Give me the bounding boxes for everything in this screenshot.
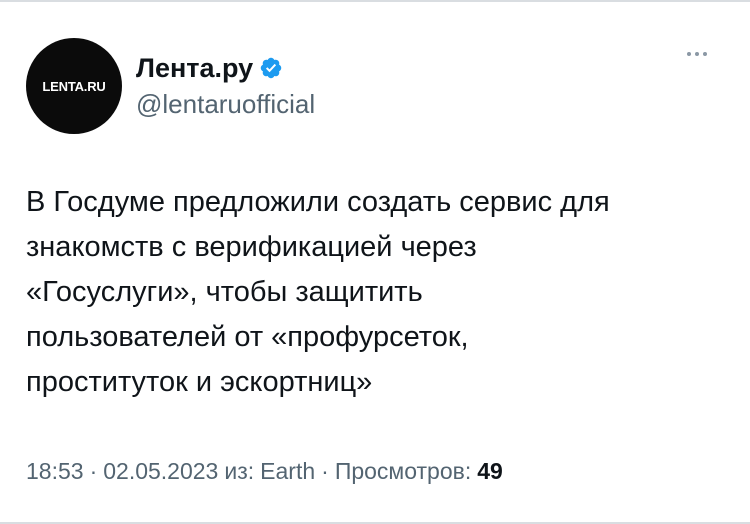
avatar-logo: LENTA.RU (42, 78, 106, 94)
avatar[interactable]: LENTA.RU (26, 38, 122, 134)
author-handle[interactable]: @lentaruofficial (136, 87, 315, 121)
tweet-meta: 18:53 · 02.05.2023 из: Earth · Просмотро… (26, 458, 503, 485)
meta-separator: · (321, 458, 329, 484)
dot (703, 52, 707, 56)
display-name[interactable]: Лента.ру (136, 51, 253, 85)
dot (687, 52, 691, 56)
views-label: Просмотров: (334, 458, 472, 484)
tweet-text: В Госдуме предложили создать сервис для … (26, 186, 610, 398)
views-count[interactable]: 49 (477, 458, 503, 485)
tweet-date[interactable]: 02.05.2023 (103, 458, 218, 485)
dot (695, 52, 699, 56)
display-name-row: Лента.ру (136, 51, 315, 85)
tweet-card: LENTA.RU Лента.ру @lentaruofficial В Гос… (0, 0, 750, 524)
tweet-header: LENTA.RU Лента.ру @lentaruofficial (26, 38, 315, 134)
verified-badge-icon (259, 56, 283, 80)
more-dots-icon[interactable] (687, 52, 707, 56)
author-names: Лента.ру @lentaruofficial (136, 51, 315, 121)
tweet-source: Earth (260, 458, 316, 484)
source-prefix: из: (224, 458, 255, 484)
tweet-time[interactable]: 18:53 (26, 458, 84, 485)
meta-separator: · (89, 458, 98, 484)
